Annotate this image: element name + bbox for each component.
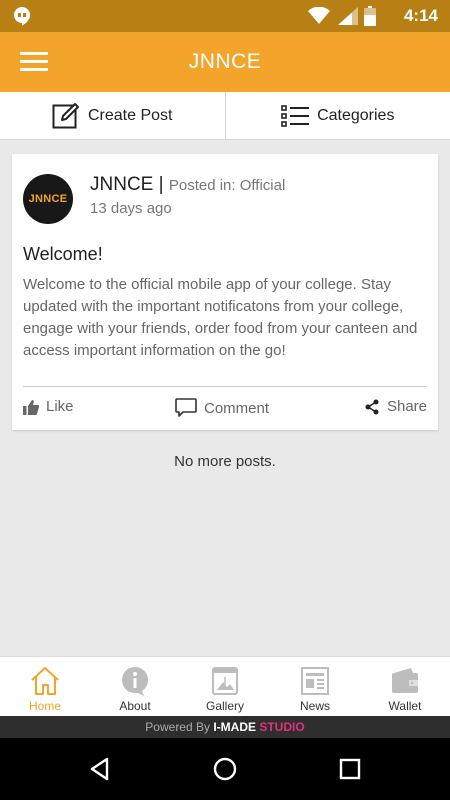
post-title: Welcome! [23, 244, 103, 264]
share-label: Share [386, 398, 427, 415]
tab-about-label: About [119, 699, 151, 713]
powered-by-text: Powered By [145, 720, 214, 734]
info-icon [122, 666, 149, 696]
tab-news[interactable]: News [270, 657, 360, 716]
create-post-button[interactable]: Create Post [0, 92, 225, 139]
post-actions: Like Comment Share [12, 394, 438, 422]
comment-button[interactable]: Comment [175, 398, 269, 418]
divider [23, 386, 427, 387]
tab-home[interactable]: Home [0, 657, 90, 716]
author-separator: | [153, 174, 169, 195]
tab-about[interactable]: About [90, 657, 180, 716]
home-icon [31, 667, 59, 695]
news-icon [301, 667, 329, 695]
recents-icon[interactable] [337, 756, 363, 782]
action-bar: Create Post Categories [0, 92, 450, 140]
back-icon[interactable] [87, 756, 113, 782]
avatar[interactable]: JNNCE [23, 174, 73, 224]
thumbs-up-icon [23, 399, 39, 415]
share-button[interactable]: Share [364, 398, 427, 415]
powered-by-footer: Powered By I-MADE STUDIO [0, 716, 450, 738]
share-icon [365, 399, 379, 414]
battery-icon [364, 6, 376, 26]
author-name[interactable]: JNNCE [90, 174, 153, 195]
post-body: Welcome to the official mobile app of yo… [23, 276, 418, 359]
tab-wallet-label: Wallet [388, 699, 422, 713]
like-button[interactable]: Like [23, 398, 74, 415]
edit-icon [52, 102, 79, 128]
post-card: JNNCE JNNCE | Posted in: Official 13 day… [12, 154, 438, 430]
home-nav-icon[interactable] [212, 756, 238, 782]
tab-gallery-label: Gallery [205, 699, 244, 713]
status-bar: 4:14 [0, 0, 450, 32]
tab-home-label: Home [28, 699, 61, 713]
hangouts-icon [14, 7, 30, 26]
create-post-label: Create Post [88, 106, 173, 124]
gallery-icon [212, 667, 238, 695]
signal-icon [338, 7, 358, 25]
no-more-posts: No more posts. [174, 453, 276, 470]
categories-button[interactable]: Categories [224, 92, 450, 139]
tab-gallery[interactable]: Gallery [180, 657, 270, 716]
post-time: 13 days ago [90, 200, 172, 217]
categories-label: Categories [317, 106, 395, 124]
status-time: 4:14 [403, 6, 438, 25]
navigation-bar [0, 738, 450, 800]
brand-studio: STUDIO [259, 720, 305, 734]
tab-wallet[interactable]: Wallet [360, 657, 450, 716]
wallet-icon [392, 668, 418, 693]
posted-in: Posted in: Official [168, 177, 286, 194]
bottom-tab-bar: Home About Gallery News Wallet [0, 656, 450, 716]
wifi-icon [308, 7, 330, 24]
like-label: Like [46, 398, 74, 415]
tab-news-label: News [299, 699, 330, 713]
brand-name: I-MADE [213, 720, 260, 734]
app-bar: JNNCE [0, 32, 450, 92]
list-icon [281, 104, 310, 127]
comment-icon [175, 398, 197, 417]
app-title: JNNCE [188, 50, 262, 73]
post-author: JNNCE | Posted in: Official [90, 174, 285, 196]
comment-label: Comment [204, 399, 270, 417]
